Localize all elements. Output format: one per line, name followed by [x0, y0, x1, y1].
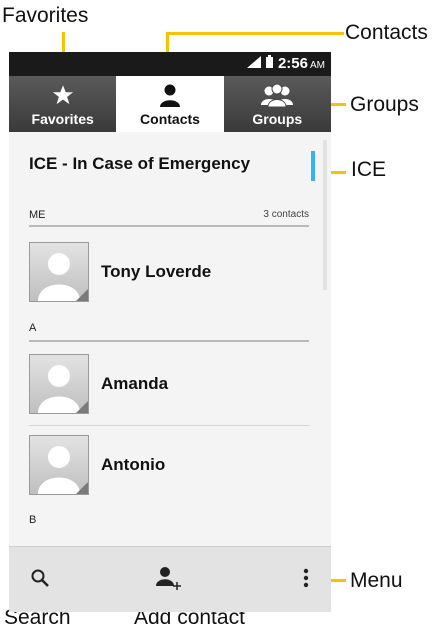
- contact-row[interactable]: Antonio: [29, 435, 309, 499]
- add-contact-icon: [155, 566, 181, 595]
- section-header-label: B: [29, 514, 37, 526]
- callout-favorites: Favorites: [2, 4, 89, 27]
- avatar: [29, 354, 89, 414]
- search-icon: [30, 568, 50, 593]
- callout-menu: Menu: [350, 569, 403, 592]
- tab-label-favorites: Favorites: [31, 111, 94, 127]
- battery-icon: [265, 55, 273, 72]
- ice-indicator: [311, 151, 315, 181]
- avatar: [29, 435, 89, 495]
- section-header-b: B: [29, 514, 309, 526]
- contact-name: Antonio: [101, 455, 166, 474]
- search-button[interactable]: [25, 565, 55, 595]
- scrollbar[interactable]: [323, 140, 327, 290]
- callout-contacts: Contacts: [345, 21, 428, 44]
- bottom-bar: [9, 546, 331, 612]
- row-divider: [29, 425, 309, 426]
- tab-groups[interactable]: Groups: [223, 76, 331, 132]
- tab-label-contacts: Contacts: [140, 111, 200, 127]
- status-bar: 2:56 AM: [9, 52, 331, 76]
- star-icon: [9, 82, 116, 108]
- phone-screen: 2:56 AM Favorites Contacts Groups ICE - …: [9, 52, 331, 612]
- contact-row[interactable]: Amanda: [29, 354, 309, 418]
- section-divider: [29, 340, 309, 342]
- avatar: [29, 242, 89, 302]
- person-icon: [116, 82, 223, 108]
- callout-groups: Groups: [350, 93, 419, 116]
- tab-label-groups: Groups: [252, 111, 303, 127]
- group-icon: [224, 82, 331, 108]
- ice-row[interactable]: ICE - In Case of Emergency: [29, 154, 250, 174]
- menu-button[interactable]: [291, 565, 321, 595]
- menu-icon: [303, 568, 309, 593]
- contact-name: Tony Loverde: [101, 262, 212, 281]
- section-header-label: A: [29, 322, 37, 334]
- leader-contacts: [166, 32, 344, 35]
- contact-name: Amanda: [101, 374, 169, 393]
- tab-favorites[interactable]: Favorites: [9, 76, 117, 132]
- contact-list: ICE - In Case of Emergency ME 3 contacts…: [9, 132, 331, 546]
- section-header-a: A: [29, 322, 309, 334]
- status-ampm: AM: [310, 59, 325, 71]
- signal-icon: [246, 55, 261, 72]
- section-divider: [29, 225, 309, 227]
- add-contact-button[interactable]: [153, 565, 183, 595]
- section-header-me: ME 3 contacts: [29, 209, 309, 221]
- section-header-label: ME: [29, 209, 46, 221]
- contact-count: 3 contacts: [263, 209, 309, 220]
- callout-ice: ICE: [351, 158, 387, 181]
- status-time: 2:56: [277, 55, 308, 72]
- contact-row[interactable]: Tony Loverde: [29, 242, 309, 306]
- tab-bar: Favorites Contacts Groups: [9, 76, 331, 132]
- tab-contacts[interactable]: Contacts: [116, 76, 224, 132]
